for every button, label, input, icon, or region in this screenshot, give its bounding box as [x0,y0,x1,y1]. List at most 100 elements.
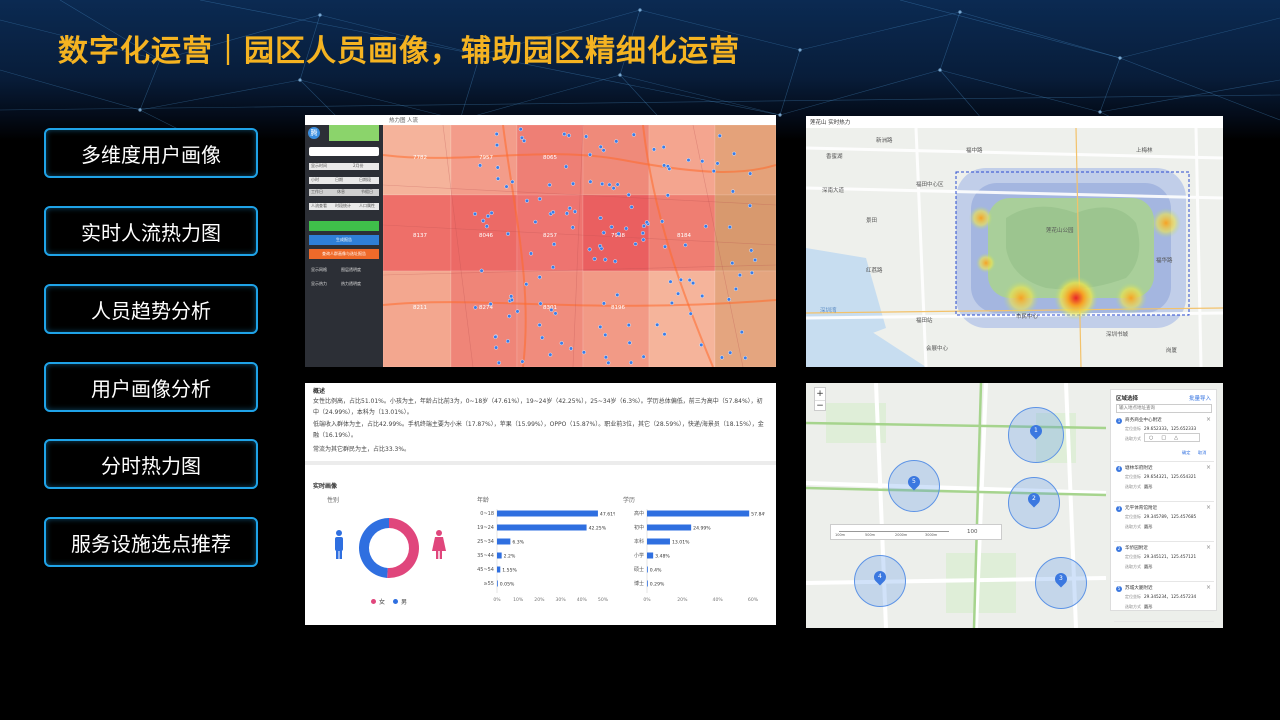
menu-item-site-recommendation[interactable]: 服务设施选点推荐 [44,517,258,567]
highlight-mark [329,125,379,141]
poi-dot [743,355,748,360]
map-label: 福田中心区 [916,182,944,188]
zoom-out-button[interactable]: − [815,400,825,411]
scale-label: 500m [865,533,876,537]
close-icon[interactable]: × [1206,504,1211,511]
realtime-profile-title: 实时画像 [313,483,338,490]
poi-dot [588,179,593,184]
poi-dot [616,231,621,236]
shape-toggle-icons[interactable]: ○□△ [1144,433,1200,442]
close-icon[interactable]: × [1206,416,1211,423]
age-title: 年龄 [477,497,490,504]
app-topbar: 热力图 人流 [305,115,776,125]
poi-dot [537,196,542,201]
tab-people[interactable]: 人流 [407,116,418,124]
map-label: 福田站 [916,318,933,324]
filter-row-2[interactable]: 工作日 休息 节假日 [309,189,379,196]
time-select[interactable]: 显示时间 2月份 [309,163,379,170]
filter-row-3[interactable]: 人流查看 时段统计 人口属性 [309,203,379,210]
green-action-button[interactable] [309,221,379,231]
poi-dot [581,350,586,355]
edu-category-label: 高中 [634,510,644,517]
poi-dot [598,243,603,248]
poi-dot [592,256,597,261]
poi-dot [678,277,683,282]
menu-item-hourly-heatmap[interactable]: 分时热力图 [44,439,258,489]
poi-dot [732,151,737,156]
radius-value[interactable]: 100 [967,529,978,535]
edu-data-label: 13.01% [672,540,690,546]
close-icon[interactable]: × [1206,544,1211,551]
poi-dot [733,286,738,291]
poi-dot [669,300,674,305]
poi-dot [691,281,696,286]
poi-dot [528,251,533,256]
poi-dot [662,163,667,168]
site-item-number: 4 [1116,466,1122,472]
close-icon[interactable]: × [1206,464,1211,471]
poi-dot [504,184,509,189]
poi-dot [598,144,603,149]
close-icon[interactable]: × [1206,584,1211,591]
heat-map-svg[interactable] [806,128,1223,367]
poi-dot [518,127,523,132]
edu-data-label: 3.48% [655,554,670,560]
radius-slider[interactable]: 100m 500m 2000m 3000m 100 [830,524,1002,540]
site-list-item[interactable]: 2 华侨园附近 × 定位坐标 29.345121，125.457121 选取方式 圆形 [1114,544,1214,582]
gender-donut-chart [335,518,446,578]
poi-dot [661,145,666,150]
age-category-label: 45~54 [477,567,494,573]
legend-heat-opacity: 热力透明度 [341,281,361,286]
poi-dot [587,152,592,157]
poi-dot [728,350,733,355]
search-input[interactable] [309,147,379,156]
filter-row-1[interactable]: 小时 日期 日期段 [309,177,379,184]
confirm-button[interactable]: 确定 [1182,450,1190,456]
tab-heatmap[interactable]: 热力图 [389,116,406,124]
app-sidebar: 腾 显示时间 2月份 小时 日期 日期段 工作日 休息 节假日 人流查看 时段统… [305,125,383,367]
poi-dot [496,360,501,365]
site-list-item[interactable]: 5 苏城大厦附近 × 定位坐标 29.345234，125.457234 选取方式 圆形 [1114,584,1214,622]
menu-item-trend-analysis[interactable]: 人员趋势分析 [44,284,258,334]
poi-dot [600,181,605,186]
age-tick-label: 10% [513,597,524,603]
generate-report-button[interactable]: 生成报告 [309,235,379,245]
poi-dot [737,273,742,278]
site-list-item[interactable]: 1 商务商业中心附近 × 定位坐标 29.652333，125.652333 选取方式 ○□… [1114,416,1214,462]
poi-dot [730,261,735,266]
poi-dot [553,311,558,316]
poi-dot [537,322,542,327]
site-item-name: 苏城大厦附近 [1125,586,1153,591]
cancel-button[interactable]: 取消 [1198,450,1206,456]
site-selection-screenshot: + − 1 2 3 4 5 100m 500m 2000m 3000m 100 区域选择… [806,383,1223,628]
poi-dot [644,220,649,225]
poi-dot [641,354,646,359]
poi-dot [519,135,524,140]
donut-slice-female [387,518,419,578]
edu-data-label: 24.99% [693,526,711,532]
poi-dot [551,265,556,270]
batch-import-link[interactable]: 批量导入 [1189,394,1211,402]
query-report-button[interactable]: 查询人群画像与选址报告 [309,249,379,259]
location-search-input[interactable] [1116,404,1212,413]
poi-dot [494,143,499,148]
site-list-item[interactable]: 3 元平体育馆附近 × 定位坐标 29.345789，125.457685 选取方式 圆形 [1114,504,1214,542]
menu-item-user-profile[interactable]: 多维度用户画像 [44,128,258,178]
zoom-in-button[interactable]: + [815,388,825,400]
slider-track [839,531,949,532]
age-category-label: 0~18 [480,511,494,517]
menu-item-profile-analysis[interactable]: 用户画像分析 [44,362,258,412]
poi-dot [552,242,557,247]
poi-dot [739,330,744,335]
age-data-label: 1.55% [502,568,517,574]
edu-category-label: 博士 [634,580,644,587]
poi-dot [570,225,575,230]
site-item-number: 1 [1116,418,1122,424]
poi-dot [603,332,608,337]
heat-grid-map[interactable]: 7782 7957 8065 8137 8046 8257 7938 8184 … [382,124,776,367]
summary-title: 概述 [313,388,326,395]
menu-item-realtime-heatmap[interactable]: 实时人流热力图 [44,206,258,256]
coord-value: 29.652333，125.652333 [1144,426,1197,431]
coord-value: 29.345789，125.457685 [1144,514,1197,519]
site-list-item[interactable]: 4 塘林华府附近 × 定位坐标 29.654321，125.654321 选取方式 圆形 [1114,464,1214,502]
